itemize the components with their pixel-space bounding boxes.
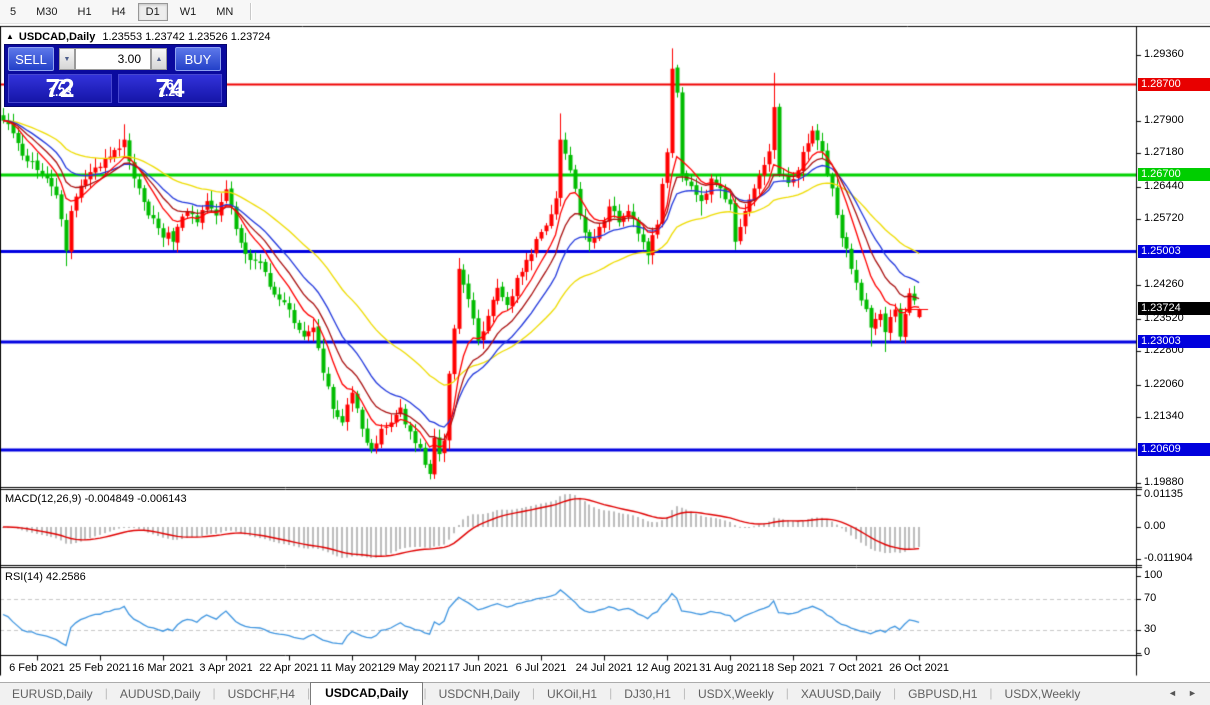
chart-symbol-label: USDCAD,Daily [19,31,95,43]
rsi-axis-label: 100 [1144,569,1162,581]
timeframe-button-H1[interactable]: H1 [70,3,100,21]
price-level-tag: 1.28700 [1138,78,1210,91]
buy-price-display[interactable]: 1.23 74 6 [118,74,222,103]
one-click-trading-panel: SELL ▼ ▲ BUY 1.23 72 7 1.23 74 6 [4,44,227,107]
rsi-axis-label: 0 [1144,646,1150,658]
tabs-scroll-right-icon[interactable]: ► [1188,688,1197,698]
volume-increase-button[interactable]: ▲ [151,48,167,70]
price-level-tag: 1.23003 [1138,335,1210,348]
chart-tab-eurusd-daily[interactable]: EURUSD,Daily [0,684,105,705]
timeframe-button-5[interactable]: 5 [2,3,24,21]
macd-indicator-label: MACD(12,26,9) -0.004849 -0.006143 [5,493,187,505]
timeframe-button-H4[interactable]: H4 [104,3,134,21]
timeframe-button-M30[interactable]: M30 [28,3,65,21]
price-axis-label: 1.26440 [1144,180,1184,192]
chart-tab-ukoil-h1[interactable]: UKOil,H1 [535,684,609,705]
price-axis-label: 1.27180 [1144,146,1184,158]
price-level-tag: 1.20609 [1138,443,1210,456]
date-axis-label: 26 Oct 2021 [879,662,959,674]
price-axis-label: 1.21340 [1144,410,1184,422]
rsi-indicator-label: RSI(14) 42.2586 [5,571,86,583]
buy-button[interactable]: BUY [175,47,221,71]
timeframe-button-D1[interactable]: D1 [138,3,168,21]
macd-axis-label: -0.011904 [1144,552,1193,564]
sell-price-display[interactable]: 1.23 72 7 [8,74,112,103]
volume-input[interactable] [75,48,151,70]
toolbar: 5M30 H1H4D1W1MN [0,0,1210,24]
chart-tab-xauusd-daily[interactable]: XAUUSD,Daily [789,684,893,705]
timeframe-button-W1[interactable]: W1 [172,3,205,21]
chart-tab-usdcad-daily[interactable]: USDCAD,Daily [310,682,423,705]
price-level-tag: 1.23724 [1138,302,1210,315]
rsi-axis-label: 70 [1144,592,1156,604]
price-axis-label: 1.24260 [1144,278,1184,290]
sell-button[interactable]: SELL [8,47,54,71]
price-level-tag: 1.26700 [1138,168,1210,181]
chart-tabs-bar: EURUSD,Daily|AUDUSD,Daily|USDCHF,H4|USDC… [0,682,1210,705]
chevron-down-icon: ▼ [64,56,71,63]
chart-title-bar: ▲ USDCAD,Daily 1.23553 1.23742 1.23526 1.2… [6,31,271,43]
price-axis-label: 1.29360 [1144,48,1184,60]
toolbar-separator [250,3,252,20]
chart-ohlc-values: 1.23553 1.23742 1.23526 1.23724 [102,31,270,43]
timeframe-button-MN[interactable]: MN [208,3,241,21]
chart-tab-usdchf-h4[interactable]: USDCHF,H4 [216,684,307,705]
tabs-scroll-left-icon[interactable]: ◄ [1168,688,1177,698]
chart-tab-usdx-weekly[interactable]: USDX,Weekly [993,684,1093,705]
collapse-triangle-icon[interactable]: ▲ [6,32,14,41]
macd-axis-label: 0.00 [1144,520,1165,532]
chart-tab-audusd-daily[interactable]: AUDUSD,Daily [108,684,213,705]
chevron-up-icon: ▲ [156,56,163,63]
price-level-tag: 1.25003 [1138,245,1210,258]
sell-price-pip: 7 [56,76,64,92]
price-axis-label: 1.25720 [1144,212,1184,224]
chart-tab-gbpusd-h1[interactable]: GBPUSD,H1 [896,684,989,705]
volume-decrease-button[interactable]: ▼ [59,48,75,70]
macd-axis-label: 0.01135 [1144,488,1183,500]
price-axis-label: 1.22060 [1144,378,1184,390]
chart-tab-usdx-weekly[interactable]: USDX,Weekly [686,684,786,705]
price-axis-label: 1.27900 [1144,114,1184,126]
chart-tab-dj30-h1[interactable]: DJ30,H1 [612,684,683,705]
buy-price-pip: 6 [166,76,174,92]
chart-tab-usdcnh-daily[interactable]: USDCNH,Daily [427,684,532,705]
price-axis-label: 1.19880 [1144,476,1184,488]
rsi-axis-label: 30 [1144,623,1156,635]
